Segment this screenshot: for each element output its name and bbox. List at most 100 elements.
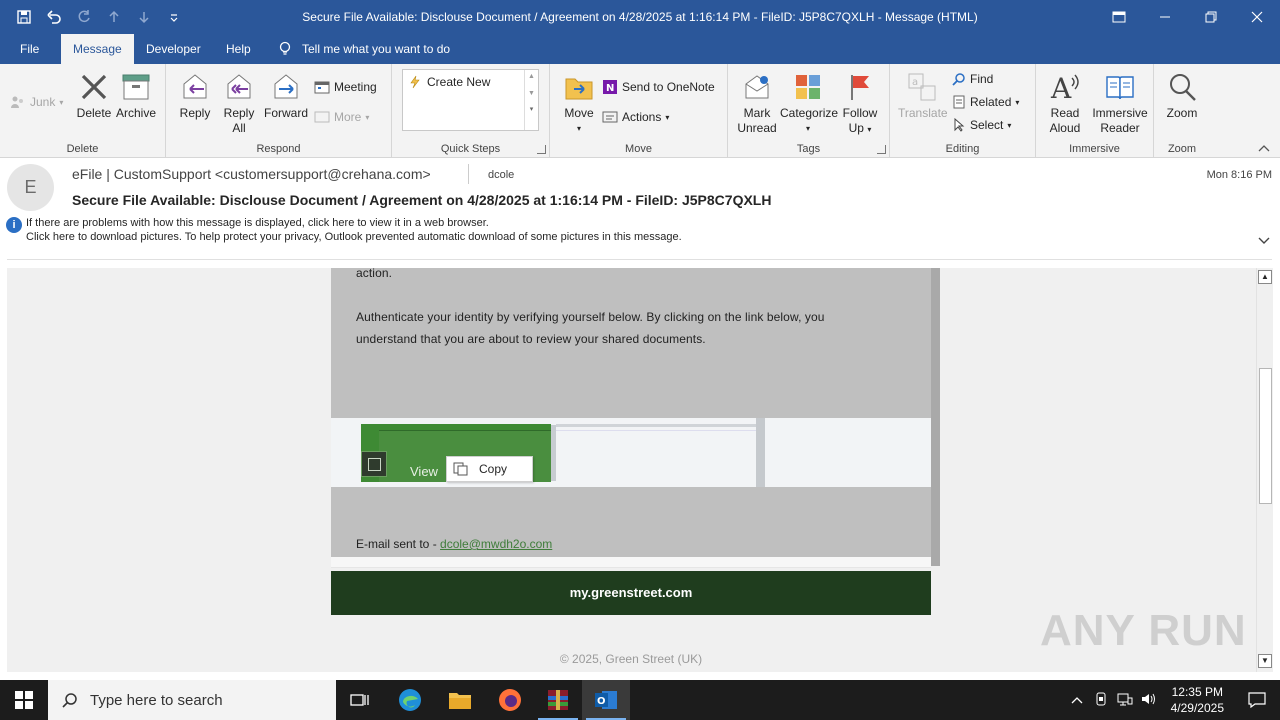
immersive-reader-button[interactable]: Immersive Reader — [1090, 70, 1150, 136]
forward-button[interactable]: Forward — [264, 70, 308, 121]
tab-message[interactable]: Message — [61, 34, 134, 64]
quick-step-create-new[interactable]: Create New — [409, 75, 490, 89]
close-icon[interactable] — [1234, 0, 1280, 34]
outlook-icon[interactable]: O — [582, 680, 630, 720]
clock[interactable]: 12:35 PM 4/29/2025 — [1161, 684, 1234, 716]
ribbon-display-options-icon[interactable] — [1096, 0, 1142, 34]
reply-button[interactable]: Reply — [176, 70, 214, 121]
scroll-down-icon[interactable]: ▼ — [1258, 654, 1272, 668]
divider — [7, 259, 1272, 260]
categorize-button[interactable]: Categorize ▾ — [780, 70, 838, 136]
delete-button[interactable]: Delete — [74, 70, 114, 121]
more-button[interactable]: More ▾ — [314, 107, 369, 127]
footer-domain-banner: my.greenstreet.com — [331, 571, 931, 615]
windows-start-icon[interactable] — [0, 680, 48, 720]
related-button[interactable]: Related ▾ — [952, 92, 1019, 112]
archive-icon — [119, 70, 153, 104]
select-button[interactable]: Select ▾ — [952, 115, 1011, 135]
meeting-button[interactable]: Meeting — [314, 77, 377, 97]
actions-button[interactable]: Actions ▾ — [602, 107, 669, 127]
delete-icon — [77, 70, 111, 104]
svg-text:N: N — [606, 83, 614, 94]
notifications-icon[interactable] — [1234, 692, 1280, 708]
sender[interactable]: eFile | CustomSupport <customersupport@c… — [72, 166, 431, 182]
move-button[interactable]: Move ▾ — [560, 70, 598, 136]
recipient[interactable]: dcole — [488, 169, 514, 181]
info-line-web-view[interactable]: If there are problems with how this mess… — [26, 216, 682, 230]
copyright-text: © 2025, Green Street (UK) — [559, 652, 703, 666]
collapse-ribbon-icon[interactable] — [1258, 141, 1270, 155]
scroll-thumb[interactable] — [1259, 368, 1272, 504]
volume-icon[interactable] — [1137, 692, 1161, 709]
calendar-icon — [314, 81, 330, 94]
task-view-icon[interactable] — [336, 680, 384, 720]
zoom-button[interactable]: Zoom — [1164, 70, 1200, 121]
edge-icon[interactable] — [386, 680, 434, 720]
quick-steps-gallery[interactable]: Create New ▲ ▼ ▾ — [402, 69, 539, 131]
minimize-icon[interactable] — [1142, 0, 1188, 34]
info-line-download-pictures[interactable]: Click here to download pictures. To help… — [26, 230, 682, 244]
button-row: View Copy — [331, 418, 931, 487]
chevron-down-icon[interactable] — [1258, 234, 1270, 248]
tell-me-label: Tell me what you want to do — [302, 42, 451, 56]
maximize-icon[interactable] — [1188, 0, 1234, 34]
zoom-group: Zoom Zoom — [1154, 64, 1210, 158]
find-button[interactable]: Find — [952, 69, 993, 89]
scroll-up-icon[interactable]: ▲ — [1258, 270, 1272, 284]
message-subject: Secure File Available: Disclouse Documen… — [72, 192, 772, 208]
recipient-email-link[interactable]: dcole@mwdh2o.com — [440, 537, 552, 551]
follow-up-button[interactable]: Follow Up ▾ — [840, 70, 880, 137]
mark-unread-button[interactable]: Mark Unread — [736, 70, 778, 136]
taskbar-search-box[interactable]: Type here to search — [48, 680, 336, 720]
ribbon: Junk ▾ Delete Archive Delete Reply Reply… — [0, 64, 1280, 158]
tab-file[interactable]: File — [8, 34, 51, 64]
actions-icon — [602, 111, 618, 123]
tell-me-box[interactable]: Tell me what you want to do — [278, 34, 450, 64]
chevron-down-icon: ▾ — [576, 124, 581, 133]
context-menu-copy[interactable]: Copy — [446, 456, 533, 482]
divider — [331, 557, 931, 568]
quick-steps-scrollbar[interactable]: ▲ ▼ ▾ — [524, 70, 538, 130]
chevron-down-icon: ▾ — [1015, 97, 1020, 107]
chevron-down-icon: ▾ — [365, 112, 370, 122]
onenote-icon: N — [603, 80, 617, 94]
tab-developer[interactable]: Developer — [134, 34, 213, 64]
send-to-onenote-button[interactable]: N Send to OneNote — [602, 77, 715, 97]
tab-help[interactable]: Help — [214, 34, 263, 64]
translate-button[interactable]: a Translate — [898, 70, 948, 121]
delete-group: Junk ▾ Delete Archive Delete — [0, 64, 166, 158]
message-scrollbar[interactable]: ▲ ▼ — [1256, 268, 1273, 672]
network-icon[interactable] — [1113, 692, 1137, 709]
forward-icon — [269, 70, 303, 104]
immersive-reader-icon — [1103, 70, 1137, 104]
file-explorer-icon[interactable] — [436, 680, 484, 720]
archive-button[interactable]: Archive — [114, 70, 158, 121]
body-text-auth-2: understand that you are about to review … — [356, 332, 706, 346]
info-icon: i — [6, 217, 22, 233]
junk-button[interactable]: Junk ▾ — [10, 92, 63, 112]
show-hidden-icons-icon[interactable] — [1065, 693, 1089, 707]
divider — [468, 164, 469, 184]
title-bar: Secure File Available: Disclouse Documen… — [0, 0, 1280, 34]
tags-group: Mark Unread Categorize ▾ Follow Up ▾ Tag… — [728, 64, 890, 158]
move-group: Move ▾ N Send to OneNote Actions ▾ Move — [550, 64, 728, 158]
respond-group: Reply Reply All Forward Meeting More ▾ R… — [166, 64, 392, 158]
usb-device-icon[interactable] — [1089, 692, 1113, 709]
window-title: Secure File Available: Disclouse Documen… — [302, 10, 978, 24]
firefox-icon[interactable] — [486, 680, 534, 720]
view-button-label: View — [410, 464, 438, 479]
immersive-group: A Read Aloud Immersive Reader Immersive — [1036, 64, 1154, 158]
read-aloud-button[interactable]: A Read Aloud — [1044, 70, 1086, 136]
winrar-icon[interactable] — [534, 680, 582, 720]
info-bar[interactable]: i If there are problems with how this me… — [6, 216, 682, 244]
dialog-launcher-icon[interactable] — [537, 145, 546, 154]
divider — [556, 430, 756, 431]
lightbulb-icon — [279, 41, 291, 55]
magnifier-icon — [1165, 70, 1199, 104]
search-icon — [952, 73, 965, 86]
reply-all-button[interactable]: Reply All — [220, 70, 258, 136]
system-tray: 12:35 PM 4/29/2025 — [1065, 680, 1280, 720]
message-header: E eFile | CustomSupport <customersupport… — [0, 158, 1280, 262]
svg-text:a: a — [912, 77, 918, 88]
watermark-logo: ANY RUN — [1040, 606, 1247, 655]
